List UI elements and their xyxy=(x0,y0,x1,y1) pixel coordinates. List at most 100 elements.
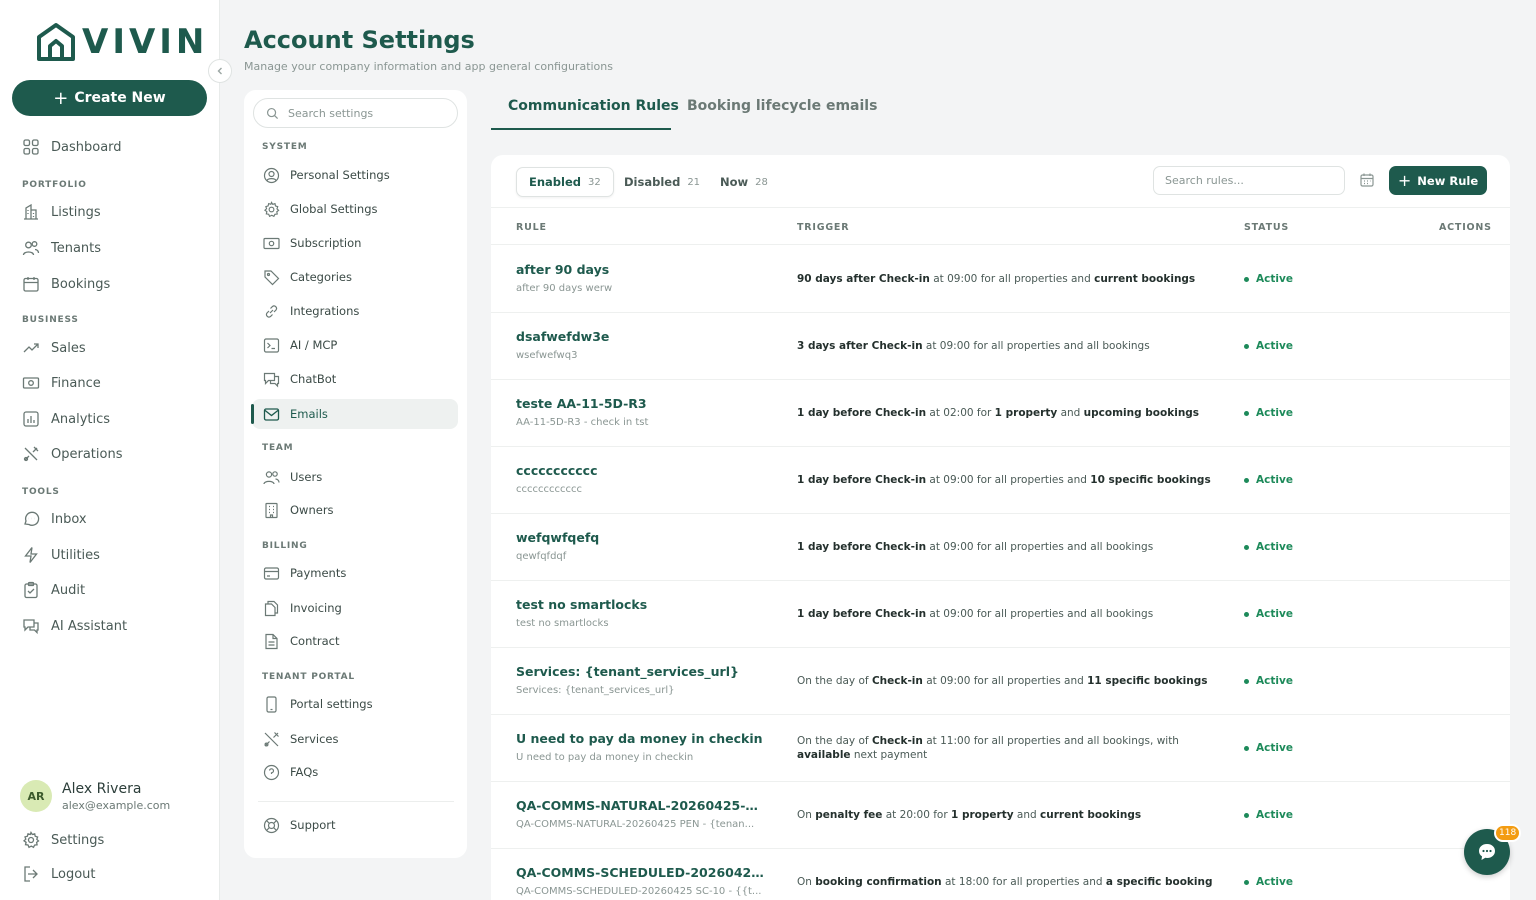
nav-audit[interactable]: Audit xyxy=(22,580,85,600)
bar-chart-icon xyxy=(23,411,39,427)
nav-label: Sales xyxy=(51,340,86,356)
nav-bookings[interactable]: Bookings xyxy=(22,274,110,294)
lifebuoy-icon xyxy=(263,817,280,833)
rule-name[interactable]: wefqwfqefq xyxy=(516,530,766,545)
settings-global[interactable]: Global Settings xyxy=(252,194,458,224)
status-label: Active xyxy=(1256,809,1293,821)
table-row[interactable]: teste AA-11-5D-R3 AA-11-5D-R3 - check in … xyxy=(491,380,1510,447)
table-row[interactable]: U need to pay da money in checkin U need … xyxy=(491,715,1510,782)
nav-analytics[interactable]: Analytics xyxy=(22,409,110,429)
rule-name[interactable]: QA-COMMS-NATURAL-20260425-Pen... xyxy=(516,798,766,813)
nav-utilities[interactable]: Utilities xyxy=(22,545,100,565)
users-icon xyxy=(22,241,40,256)
settings-support[interactable]: Support xyxy=(252,810,458,840)
rule-name[interactable]: test no smartlocks xyxy=(516,597,766,612)
nav-section-portfolio: PORTFOLIO xyxy=(22,180,87,190)
logo[interactable]: VIVIN xyxy=(36,22,208,62)
rule-name[interactable]: dsafwefdw3e xyxy=(516,329,766,344)
settings-ai-mcp[interactable]: AI / MCP xyxy=(252,330,458,360)
page-title: Account Settings xyxy=(244,26,475,54)
settings-owners[interactable]: Owners xyxy=(252,495,458,525)
status-label: Active xyxy=(1256,742,1293,754)
table-row[interactable]: ccccccccccc cccccccccccc 1 day before Chec… xyxy=(491,447,1510,514)
rule-name[interactable]: QA-COMMS-SCHEDULED-20260425-... xyxy=(516,865,766,880)
nav-tenants[interactable]: Tenants xyxy=(22,238,101,258)
user-profile[interactable]: AR Alex Rivera alex@example.com xyxy=(20,780,170,812)
nav-settings[interactable]: Settings xyxy=(22,830,104,850)
nav-sales[interactable]: Sales xyxy=(22,338,86,358)
nav-ai-assistant[interactable]: AI Assistant xyxy=(22,616,127,636)
status-dot-icon xyxy=(1244,678,1249,684)
settings-personal[interactable]: Personal Settings xyxy=(252,160,458,190)
table-row[interactable]: Services: {tenant_services_url} Services:… xyxy=(491,648,1510,715)
trigger-text: next payment xyxy=(850,749,928,761)
tab-booking-lifecycle-emails[interactable]: Booking lifecycle emails xyxy=(687,98,877,114)
table-row[interactable]: after 90 days after 90 days werw 90 days a… xyxy=(491,246,1510,313)
chevron-left-icon xyxy=(217,67,222,75)
settings-categories[interactable]: Categories xyxy=(252,262,458,292)
tabs: Communication Rules Booking lifecycle em… xyxy=(491,90,1510,130)
nav-label: Settings xyxy=(51,832,105,848)
table-row[interactable]: QA-COMMS-NATURAL-20260425-Pen... QA-COMMS… xyxy=(491,782,1510,849)
filter-now[interactable]: Now 28 xyxy=(720,167,768,197)
nav-finance[interactable]: Finance xyxy=(22,373,101,393)
table-row[interactable]: dsafwefdw3e wsefwefwq3 3 days after Check-… xyxy=(491,313,1510,380)
filter-disabled[interactable]: Disabled 21 xyxy=(624,167,700,197)
trigger-text: On the day of xyxy=(797,675,872,687)
settings-subscription[interactable]: Subscription xyxy=(252,228,458,258)
rule-name[interactable]: Services: {tenant_services_url} xyxy=(516,664,766,679)
settings-emails[interactable]: Emails xyxy=(251,399,458,429)
search-settings-input[interactable]: Search settings xyxy=(253,98,458,128)
settings-integrations[interactable]: Integrations xyxy=(252,296,458,326)
file-text-icon xyxy=(265,633,278,649)
settings-portal[interactable]: Portal settings xyxy=(252,689,458,719)
settings-payments[interactable]: Payments xyxy=(252,558,458,588)
rule-name[interactable]: ccccccccccc xyxy=(516,463,766,478)
new-rule-button[interactable]: + New Rule xyxy=(1389,166,1487,195)
status-badge: Active xyxy=(1244,809,1293,821)
trigger-text: at 09:00 for all properties and all book… xyxy=(922,340,1150,352)
nav-label: Utilities xyxy=(51,547,100,563)
trigger-emphasis: 11 specific bookings xyxy=(1087,675,1208,687)
filter-enabled[interactable]: Enabled 32 xyxy=(516,167,614,197)
settings-item-label: Portal settings xyxy=(290,697,373,711)
status-label: Active xyxy=(1256,876,1293,888)
trigger-text: at 09:00 for all properties and all book… xyxy=(926,541,1154,553)
settings-item-label: Owners xyxy=(290,503,334,517)
status-badge: Active xyxy=(1244,876,1293,888)
rule-name[interactable]: teste AA-11-5D-R3 xyxy=(516,396,766,411)
calendar-icon[interactable] xyxy=(1359,172,1375,188)
collapse-sidebar-button[interactable] xyxy=(208,59,232,83)
gear-icon xyxy=(263,200,280,217)
settings-invoicing[interactable]: Invoicing xyxy=(252,593,458,623)
trigger-emphasis: booking confirmation xyxy=(815,876,942,888)
trigger-emphasis: 1 day before Check-in xyxy=(797,474,927,486)
nav-logout[interactable]: Logout xyxy=(22,864,96,884)
settings-chatbot[interactable]: ChatBot xyxy=(252,364,458,394)
trigger-emphasis: 10 specific bookings xyxy=(1090,474,1211,486)
gear-icon xyxy=(22,831,40,849)
user-circle-icon xyxy=(263,167,280,183)
col-rule: RULE xyxy=(516,222,547,233)
table-row[interactable]: wefqwfqefq qewfqfdqf 1 day before Check-in… xyxy=(491,514,1510,581)
table-row[interactable]: test no smartlocks test no smartlocks 1 da… xyxy=(491,581,1510,648)
nav-listings[interactable]: Listings xyxy=(22,202,101,222)
table-row[interactable]: QA-COMMS-SCHEDULED-20260425-... QA-COMMS-… xyxy=(491,849,1510,900)
create-new-button[interactable]: + Create New xyxy=(12,80,207,116)
nav-label: Bookings xyxy=(51,276,111,292)
settings-services[interactable]: Services xyxy=(252,724,458,754)
search-rules-input[interactable]: Search rules... xyxy=(1153,166,1345,195)
rule-name[interactable]: U need to pay da money in checkin xyxy=(516,731,766,746)
tab-communication-rules[interactable]: Communication Rules xyxy=(508,98,679,114)
nav-dashboard[interactable]: Dashboard xyxy=(22,137,122,157)
settings-item-label: FAQs xyxy=(290,765,319,779)
settings-users[interactable]: Users xyxy=(252,462,458,492)
nav-inbox[interactable]: Inbox xyxy=(22,509,87,529)
tools-icon xyxy=(23,446,39,462)
settings-item-label: ChatBot xyxy=(290,372,337,386)
settings-faqs[interactable]: FAQs xyxy=(252,757,458,787)
rule-name[interactable]: after 90 days xyxy=(516,262,766,277)
settings-contract[interactable]: Contract xyxy=(252,626,458,656)
building-icon xyxy=(24,203,38,220)
nav-operations[interactable]: Operations xyxy=(22,444,122,464)
